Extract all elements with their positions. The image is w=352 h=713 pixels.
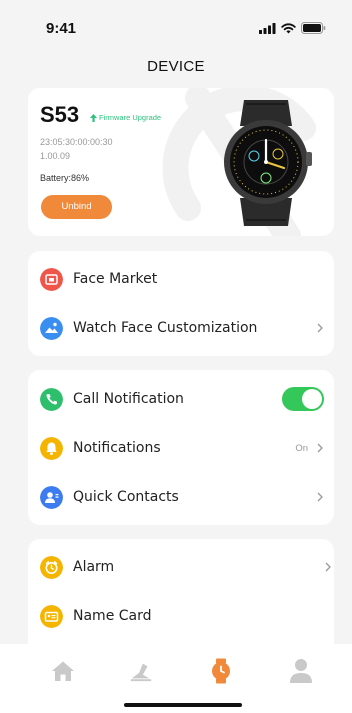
status-icons — [259, 22, 326, 34]
list-item-label: Name Card — [73, 608, 152, 624]
device-mac-address: 23:05:30:00:00:30 — [40, 137, 113, 147]
bell-icon — [40, 436, 63, 460]
list-item-face-market[interactable]: Face Market — [28, 255, 334, 303]
phone-icon — [40, 387, 63, 411]
page-title: DEVICE — [147, 58, 205, 75]
chevron-right-icon — [325, 562, 331, 572]
device-card: S53 Firmware Upgrade 23:05:30:00:00:30 1… — [28, 88, 334, 236]
smartwatch-image — [224, 100, 312, 226]
chevron-right-icon — [317, 443, 323, 453]
image-customize-icon — [40, 316, 63, 340]
list-item-label: Call Notification — [73, 391, 184, 407]
firmware-upgrade-link[interactable]: Firmware Upgrade — [90, 113, 161, 122]
battery-icon — [301, 22, 326, 34]
tab-workout[interactable] — [129, 658, 153, 684]
notifications-status: On — [295, 442, 308, 454]
group-notifications: Call Notification Notifications On Quick… — [28, 370, 334, 525]
list-item-quick-contacts[interactable]: Quick Contacts — [28, 473, 334, 521]
alarm-clock-icon — [40, 555, 63, 579]
call-notification-toggle[interactable] — [282, 387, 324, 411]
unbind-button[interactable]: Unbind — [41, 195, 112, 219]
wifi-icon — [281, 22, 296, 33]
cellular-signal-icon — [259, 22, 276, 34]
status-time: 9:41 — [46, 20, 77, 37]
tab-device[interactable] — [209, 658, 233, 684]
status-bar: 9:41 — [0, 0, 352, 48]
toggle-knob — [302, 389, 322, 409]
list-item-alarm[interactable]: Alarm — [28, 543, 334, 591]
face-market-icon — [40, 267, 63, 291]
profile-icon — [290, 659, 312, 683]
workout-icon — [130, 663, 152, 682]
home-indicator — [124, 703, 242, 707]
list-item-watch-face-customization[interactable]: Watch Face Customization — [28, 304, 334, 352]
list-item-label: Watch Face Customization — [73, 320, 258, 336]
firmware-upgrade-label: Firmware Upgrade — [99, 113, 162, 122]
tab-home[interactable] — [51, 658, 75, 684]
watch-icon — [212, 658, 230, 684]
arrow-up-icon — [90, 113, 97, 122]
home-icon — [52, 661, 74, 681]
contact-icon — [40, 485, 63, 509]
list-item-label: Alarm — [73, 559, 115, 575]
device-model: S53 — [40, 102, 80, 127]
list-item-notifications[interactable]: Notifications On — [28, 424, 334, 472]
battery-level: Battery:86% — [40, 173, 90, 183]
chevron-right-icon — [317, 323, 323, 333]
list-item-call-notification: Call Notification — [28, 375, 334, 423]
chevron-right-icon — [317, 492, 323, 502]
group-watch-faces: Face Market Watch Face Customization — [28, 251, 334, 356]
group-tools: Alarm Name Card — [28, 539, 334, 644]
id-card-icon — [40, 604, 63, 628]
list-item-name-card[interactable]: Name Card — [28, 592, 334, 640]
list-item-label: Face Market — [73, 271, 158, 287]
list-item-label: Notifications — [73, 440, 161, 456]
device-firmware-version: 1.00.09 — [40, 151, 71, 161]
tab-profile[interactable] — [289, 658, 313, 684]
list-item-label: Quick Contacts — [73, 489, 179, 505]
